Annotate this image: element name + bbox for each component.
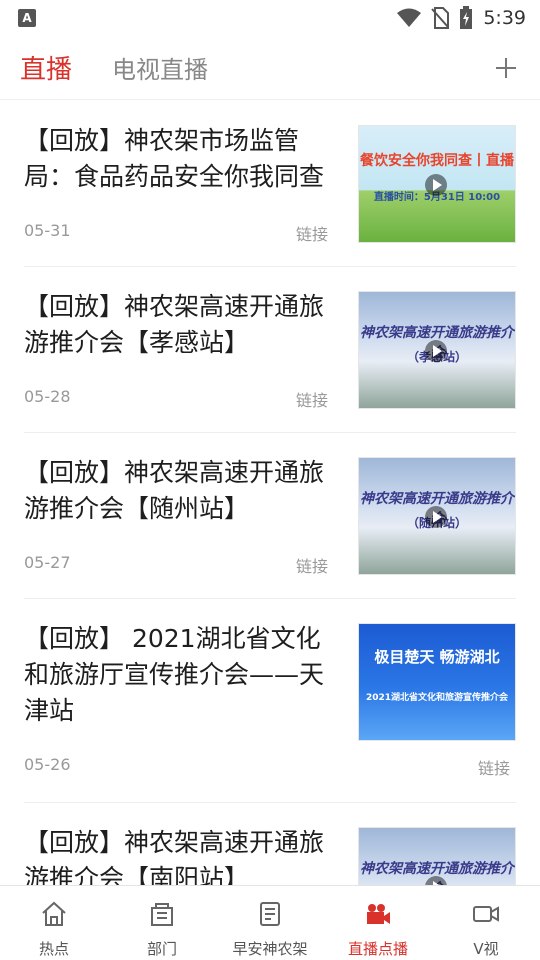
item-thumbnail[interactable]: 神农架高速开通旅游推介会 （孝感站） (358, 291, 516, 409)
list-item[interactable]: 【回放】神农架高速开通旅游推介会【随州站】 05-27 链接 神农架高速开通旅游… (24, 433, 516, 599)
item-date: 05-26 (24, 755, 71, 774)
video-list: 【回放】神农架市场监管局：食品药品安全你我同查 05-31 链接 餐饮安全你我同… (0, 101, 540, 885)
nav-label: 直播点播 (347, 940, 408, 958)
status-bar: A 5:39 (0, 0, 540, 36)
item-link[interactable]: 链接 (296, 387, 328, 411)
item-link[interactable]: 链接 (296, 553, 328, 577)
thumbnail-subcaption: 2021湖北省文化和旅游宣传推介会 (365, 693, 509, 703)
home-icon (42, 901, 66, 926)
item-title: 【回放】神农架高速开通旅游推介会【南阳站】 (24, 828, 325, 885)
nav-label: 早安神农架 (232, 940, 308, 958)
nav-v-video[interactable]: V视 (432, 886, 540, 960)
wifi-icon (397, 8, 422, 27)
nav-hot[interactable]: 热点 (0, 886, 108, 960)
nav-label: V视 (473, 940, 499, 958)
item-date: 05-28 (24, 387, 71, 406)
item-date: 05-31 (24, 221, 71, 240)
bottom-navigation: 热点 部门 早安神农架 直播点播 V视 (0, 885, 540, 960)
item-date: 05-27 (24, 553, 71, 572)
list-item[interactable]: 【回放】神农架市场监管局：食品药品安全你我同查 05-31 链接 餐饮安全你我同… (24, 101, 516, 267)
play-icon (425, 340, 447, 362)
item-link[interactable]: 链接 (296, 221, 328, 245)
top-tab-bar: 直播 电视直播 (0, 36, 540, 100)
status-time: 5:39 (483, 7, 526, 29)
nav-live-vod[interactable]: 直播点播 (324, 886, 432, 960)
battery-charging-icon (460, 6, 473, 29)
nav-morning-news[interactable]: 早安神农架 (216, 886, 324, 960)
tab-tv-live[interactable]: 电视直播 (112, 50, 208, 85)
thumbnail-caption: 极目楚天 畅游湖北 (374, 648, 500, 666)
thumbnail-caption: 餐饮安全你我同查丨直播 (360, 153, 514, 169)
keyboard-indicator-icon: A (18, 9, 36, 27)
play-icon (425, 174, 447, 196)
tab-live[interactable]: 直播 (20, 49, 72, 86)
item-title: 【回放】 2021湖北省文化和旅游厅宣传推介会——天津站 (24, 624, 325, 725)
item-thumbnail[interactable]: 餐饮安全你我同查丨直播 直播时间：5月31日 10:00 (358, 125, 516, 243)
item-link[interactable]: 链接 (478, 755, 510, 779)
nav-label: 部门 (146, 940, 177, 958)
add-icon[interactable] (494, 56, 518, 80)
item-title: 【回放】神农架市场监管局：食品药品安全你我同查 (24, 126, 325, 191)
building-icon (151, 903, 173, 926)
item-thumbnail[interactable]: 神农架高速开通旅游推介会 (358, 827, 516, 885)
item-title: 【回放】神农架高速开通旅游推介会【孝感站】 (24, 292, 325, 357)
list-item[interactable]: 【回放】神农架高速开通旅游推介会【南阳站】 神农架高速开通旅游推介会 (24, 803, 516, 885)
nav-label: 热点 (38, 940, 69, 958)
item-thumbnail[interactable]: 神农架高速开通旅游推介会 （随州站） (358, 457, 516, 575)
play-icon (425, 506, 447, 528)
video-icon (473, 906, 499, 922)
document-icon (260, 902, 280, 926)
no-sim-icon (431, 7, 450, 29)
item-title: 【回放】神农架高速开通旅游推介会【随州站】 (24, 458, 325, 523)
nav-department[interactable]: 部门 (108, 886, 216, 960)
video-camera-icon (367, 904, 390, 924)
list-item[interactable]: 【回放】 2021湖北省文化和旅游厅宣传推介会——天津站 05-26 链接 极目… (24, 599, 516, 803)
list-item[interactable]: 【回放】神农架高速开通旅游推介会【孝感站】 05-28 链接 神农架高速开通旅游… (24, 267, 516, 433)
item-thumbnail[interactable]: 极目楚天 畅游湖北 2021湖北省文化和旅游宣传推介会 (358, 623, 516, 741)
